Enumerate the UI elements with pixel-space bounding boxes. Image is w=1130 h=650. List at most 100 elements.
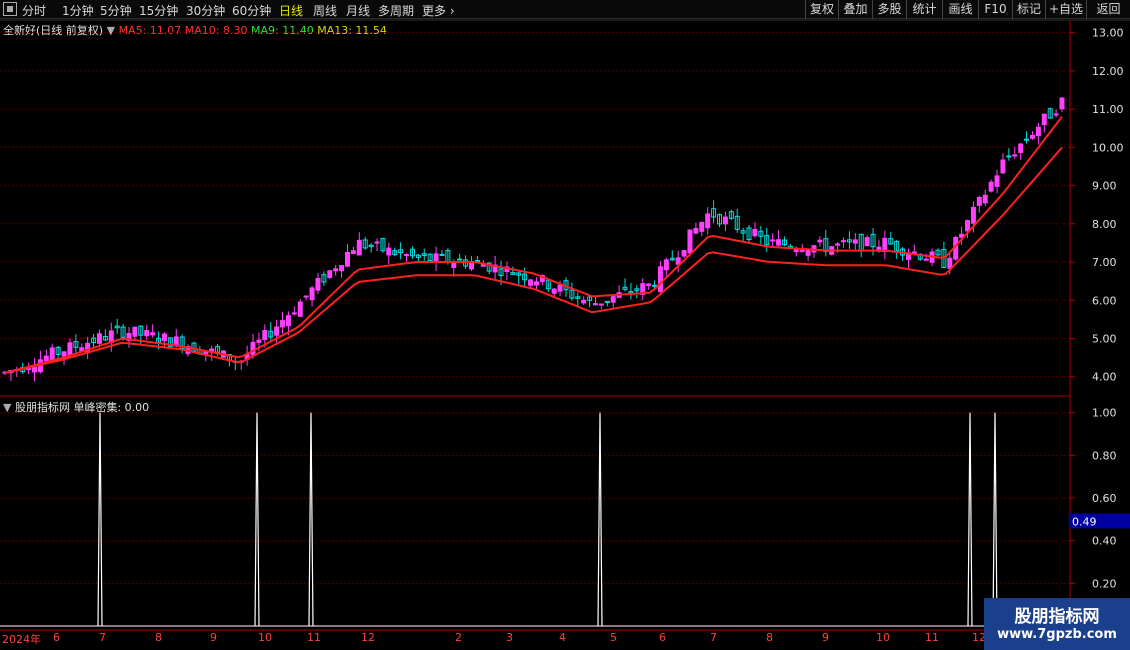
candle-body (49, 347, 55, 361)
candle-body (976, 196, 982, 206)
indicator-spike (97, 412, 103, 627)
candle-body (982, 194, 988, 204)
candle-body (581, 299, 587, 304)
candle-body (752, 228, 758, 237)
candle-body (675, 257, 681, 265)
date-tick: 10 (258, 631, 272, 644)
candle-body (280, 320, 286, 328)
candle-body (817, 239, 823, 243)
date-tick: 8 (155, 631, 162, 644)
candle-body (652, 284, 658, 287)
candle-body (250, 341, 256, 356)
candle-body (988, 181, 994, 192)
candle-body (551, 288, 557, 294)
price-tick-label: 5.00 (1092, 332, 1117, 345)
candle-body (457, 258, 463, 261)
indicator-spike (597, 412, 603, 627)
candle-body (262, 330, 268, 341)
candle-body (923, 258, 929, 261)
price-tick-label: 10.00 (1092, 141, 1124, 154)
candle-body (864, 237, 870, 247)
price-tick-label: 7.00 (1092, 256, 1117, 269)
candle-body (699, 221, 705, 232)
candle-body (339, 265, 345, 272)
date-tick: 4 (559, 631, 566, 644)
date-tick: 2024年 (2, 633, 41, 646)
candle-body (433, 253, 439, 263)
candle-body (356, 239, 362, 256)
candle-body (610, 296, 616, 303)
price-tick-label: 9.00 (1092, 180, 1117, 193)
indicator-tick-label: 0.60 (1092, 492, 1117, 505)
candle-body (693, 227, 699, 234)
candle-body (882, 237, 888, 253)
candle-body (144, 330, 150, 337)
date-tick: 3 (506, 631, 513, 644)
candle-body (947, 257, 953, 269)
candle-body (770, 239, 776, 242)
price-tick-label: 13.00 (1092, 27, 1124, 40)
candle-body (657, 266, 663, 293)
candle-body (285, 315, 291, 327)
candle-body (291, 312, 297, 315)
candle-body (557, 284, 563, 292)
candle-body (805, 249, 811, 256)
candle-body (1018, 143, 1024, 154)
indicator-spike (254, 412, 260, 627)
candle-body (67, 342, 73, 356)
candle-body (150, 332, 156, 336)
candle-body (681, 250, 687, 257)
candle-body (604, 300, 610, 303)
candle-body (374, 241, 380, 244)
indicator-spike (308, 412, 314, 627)
candle-body (303, 295, 309, 298)
candle-body (1024, 138, 1030, 141)
candle-body (309, 287, 315, 301)
date-tick: 12 (361, 631, 375, 644)
candle-body (386, 247, 392, 256)
candle-body (1059, 97, 1065, 110)
price-tick-label: 6.00 (1092, 294, 1117, 307)
watermark-logo: 股朋指标网 www.7gpzb.com (984, 598, 1130, 650)
candle-body (404, 254, 410, 257)
date-tick: 9 (210, 631, 217, 644)
candle-body (593, 303, 599, 306)
candle-body (994, 175, 1000, 187)
indicator-tick-label: 0.80 (1092, 449, 1117, 462)
candle-body (835, 243, 841, 246)
candle-body (799, 249, 805, 252)
candle-body (315, 277, 321, 291)
date-tick: 11 (307, 631, 321, 644)
indicator-tick-label: 1.00 (1092, 407, 1117, 420)
candle-body (911, 251, 917, 254)
candle-body (852, 239, 858, 244)
candle-body (32, 366, 38, 373)
candle-body (1006, 155, 1012, 158)
indicator-tick-label: 0.20 (1092, 577, 1117, 590)
indicator-tick-label: 0.40 (1092, 535, 1117, 548)
candle-body (439, 253, 445, 256)
candle-body (1012, 154, 1018, 157)
indicator-spike (992, 412, 998, 627)
candle-body (43, 355, 49, 362)
date-tick: 10 (876, 631, 890, 644)
candle-body (344, 251, 350, 267)
indicator-spike (967, 412, 973, 627)
candle-body (1000, 159, 1006, 174)
date-tick: 6 (659, 631, 666, 644)
candle-body (1053, 113, 1059, 116)
price-tick-label: 12.00 (1092, 65, 1124, 78)
candle-body (1029, 134, 1035, 139)
candle-body (970, 206, 976, 224)
chart-canvas[interactable]: 13.00 12.00 11.00 10.00 9.00 8.00 7.00 6.00 5.00… (0, 0, 1130, 650)
date-tick: 6 (53, 631, 60, 644)
candle-body (451, 262, 457, 269)
date-tick: 9 (822, 631, 829, 644)
candle-body (533, 281, 539, 286)
candle-body (350, 250, 356, 255)
price-tick-label: 11.00 (1092, 103, 1124, 116)
price-tick-label: 4.00 (1092, 371, 1117, 384)
candle-body (161, 333, 167, 342)
price-tick-label: 8.00 (1092, 218, 1117, 231)
date-axis: 2024年 6 7 8 9 10 11 12 2 3 4 5 6 7 8 9 10 11 12 (0, 630, 1070, 650)
